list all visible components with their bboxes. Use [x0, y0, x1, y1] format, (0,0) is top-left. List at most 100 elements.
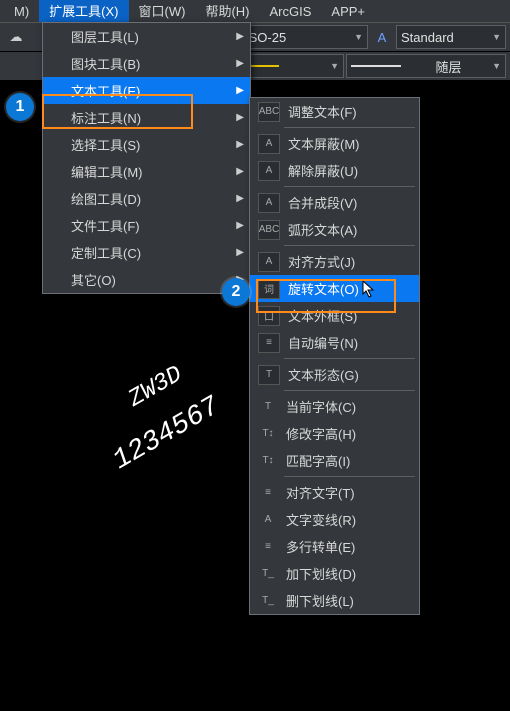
- label: 扩展工具(X): [49, 4, 118, 19]
- sub-item-auto-number[interactable]: ≡ 自动编号(N): [250, 329, 419, 356]
- label: 文本工具(E): [71, 81, 140, 100]
- menu-item-select-tools[interactable]: 选择工具(S)▶: [43, 131, 250, 158]
- menu-item-edit-tools[interactable]: 编辑工具(M) ▶: [43, 158, 250, 185]
- text-tools-submenu: ABC调整文本(F) A文本屏蔽(M) A解除屏蔽(U) A合并成段(V) AB…: [249, 97, 420, 615]
- line-sample-icon: [351, 65, 401, 67]
- app-root: M) 扩展工具(X) 窗口(W) 帮助(H) ArcGIS APP+ ☁ ISO…: [0, 0, 510, 711]
- label: 绘图工具(D): [71, 189, 141, 208]
- chevron-down-icon: ▼: [354, 32, 363, 42]
- canvas-numbers-text: 1234567: [108, 391, 225, 477]
- sub-item-multi-to-single[interactable]: ≡ 多行转单(E): [250, 533, 419, 560]
- align-mode-icon: A: [258, 252, 280, 272]
- label: ArcGIS: [270, 4, 312, 19]
- label: 图块工具(B): [71, 54, 140, 73]
- submenu-arrow-icon: ▶: [236, 220, 244, 231]
- menu-item-text-tools[interactable]: 文本工具(E) ▶: [43, 77, 250, 104]
- label: 多行转单(E): [286, 537, 355, 556]
- menu-window[interactable]: 窗口(W): [129, 0, 196, 22]
- add-underline-icon: T_: [258, 565, 278, 583]
- menu-app-plus[interactable]: APP+: [321, 0, 375, 22]
- menu-help[interactable]: 帮助(H): [195, 0, 259, 22]
- label: 对齐方式(J): [288, 252, 355, 271]
- sub-item-change-height[interactable]: T↕ 修改字高(H): [250, 420, 419, 447]
- sub-item-merge-para[interactable]: A 合并成段(V): [250, 189, 419, 216]
- separator: [284, 358, 415, 359]
- adjust-text-icon: ABC: [258, 102, 280, 122]
- arc-text-icon: ABC: [258, 220, 280, 240]
- text-style-combo[interactable]: Standard ▼: [396, 25, 506, 49]
- separator: [284, 127, 415, 128]
- label: 弧形文本(A): [288, 220, 357, 239]
- align-text-icon: ≡: [258, 484, 278, 502]
- label: 修改字高(H): [286, 424, 356, 443]
- sub-item-rotate-text[interactable]: 词旋转文本(O): [250, 275, 419, 302]
- chevron-down-icon: ▼: [492, 32, 501, 42]
- sub-item-del-underline[interactable]: T_删下划线(L): [250, 587, 419, 614]
- submenu-arrow-icon: ▶: [236, 85, 244, 96]
- sub-item-match-height[interactable]: T↕ 匹配字高(I): [250, 447, 419, 474]
- change-height-icon: T↕: [258, 425, 278, 443]
- sub-item-text-shape[interactable]: T 文本形态(G): [250, 361, 419, 388]
- menu-item-draw-tools[interactable]: 绘图工具(D)▶: [43, 185, 250, 212]
- cloud-icon[interactable]: ☁: [4, 25, 28, 49]
- menu-extend-tools[interactable]: 扩展工具(X): [39, 0, 128, 22]
- auto-number-icon: ≡: [258, 333, 280, 353]
- sub-item-text-to-line[interactable]: A 文字变线(R): [250, 506, 419, 533]
- step-badge-2: 2: [222, 278, 250, 306]
- current-font-icon: T: [258, 398, 278, 416]
- menu-m[interactable]: M): [4, 0, 39, 22]
- text-shape-icon: T: [258, 365, 280, 385]
- merge-para-icon: A: [258, 193, 280, 213]
- submenu-arrow-icon: ▶: [236, 112, 244, 123]
- linetype-combo[interactable]: 随层 ▼: [346, 54, 506, 78]
- label: 文件工具(F): [71, 216, 140, 235]
- label: 当前字体(C): [286, 397, 356, 416]
- label: 匹配字高(I): [286, 451, 350, 470]
- menu-item-other[interactable]: 其它(O)▶: [43, 266, 250, 293]
- label: 自动编号(N): [288, 333, 358, 352]
- separator: [284, 186, 415, 187]
- menu-item-custom-tools[interactable]: 定制工具(C) ▶: [43, 239, 250, 266]
- sub-item-add-underline[interactable]: T_加下划线(D): [250, 560, 419, 587]
- label: 删下划线(L): [286, 591, 354, 610]
- sub-item-text-frame[interactable]: 口文本外框(S): [250, 302, 419, 329]
- label: 定制工具(C): [71, 243, 141, 262]
- label: 编辑工具(M): [71, 162, 143, 181]
- sub-item-current-font[interactable]: T 当前字体(C): [250, 393, 419, 420]
- submenu-arrow-icon: ▶: [236, 31, 244, 42]
- label: 文本屏蔽(M): [288, 134, 360, 153]
- dim-style-combo[interactable]: ISO-25 ▼: [240, 25, 368, 49]
- sub-item-align-mode[interactable]: A 对齐方式(J): [250, 248, 419, 275]
- text-style-icon[interactable]: A: [370, 25, 394, 49]
- sub-item-unmask[interactable]: A 解除屏蔽(U): [250, 157, 419, 184]
- sub-item-text-mask[interactable]: A文本屏蔽(M): [250, 130, 419, 157]
- step-badge-1: 1: [6, 93, 34, 121]
- label: 文字变线(R): [286, 510, 356, 529]
- sub-item-align-text[interactable]: ≡对齐文字(T): [250, 479, 419, 506]
- text-style-value: Standard: [401, 30, 454, 45]
- sub-item-arc-text[interactable]: ABC 弧形文本(A): [250, 216, 419, 243]
- submenu-arrow-icon: ▶: [236, 166, 244, 177]
- chevron-down-icon: ▼: [330, 61, 339, 71]
- menu-arcgis[interactable]: ArcGIS: [260, 0, 322, 22]
- rotate-text-icon: 词: [258, 279, 280, 299]
- match-height-icon: T↕: [258, 452, 278, 470]
- sub-item-adjust-text[interactable]: ABC 调整文本(F): [250, 98, 419, 125]
- submenu-arrow-icon: ▶: [236, 247, 244, 258]
- menu-bar: M) 扩展工具(X) 窗口(W) 帮助(H) ArcGIS APP+: [0, 0, 510, 23]
- label: 调整文本(F): [288, 102, 357, 121]
- text-to-line-icon: A: [258, 511, 278, 529]
- label: 文本形态(G): [288, 365, 359, 384]
- menu-item-block-tools[interactable]: 图块工具(B) ▶: [43, 50, 250, 77]
- multi-to-single-icon: ≡: [258, 538, 278, 556]
- label: 窗口(W): [139, 4, 186, 19]
- label: 解除屏蔽(U): [288, 161, 358, 180]
- unmask-icon: A: [258, 161, 280, 181]
- submenu-arrow-icon: ▶: [236, 139, 244, 150]
- label: 合并成段(V): [288, 193, 357, 212]
- submenu-arrow-icon: ▶: [236, 58, 244, 69]
- menu-item-file-tools[interactable]: 文件工具(F) ▶: [43, 212, 250, 239]
- menu-item-layer-tools[interactable]: 图层工具(L)▶: [43, 23, 250, 50]
- menu-item-dim-tools[interactable]: 标注工具(N)▶: [43, 104, 250, 131]
- label: 文本外框(S): [288, 306, 357, 325]
